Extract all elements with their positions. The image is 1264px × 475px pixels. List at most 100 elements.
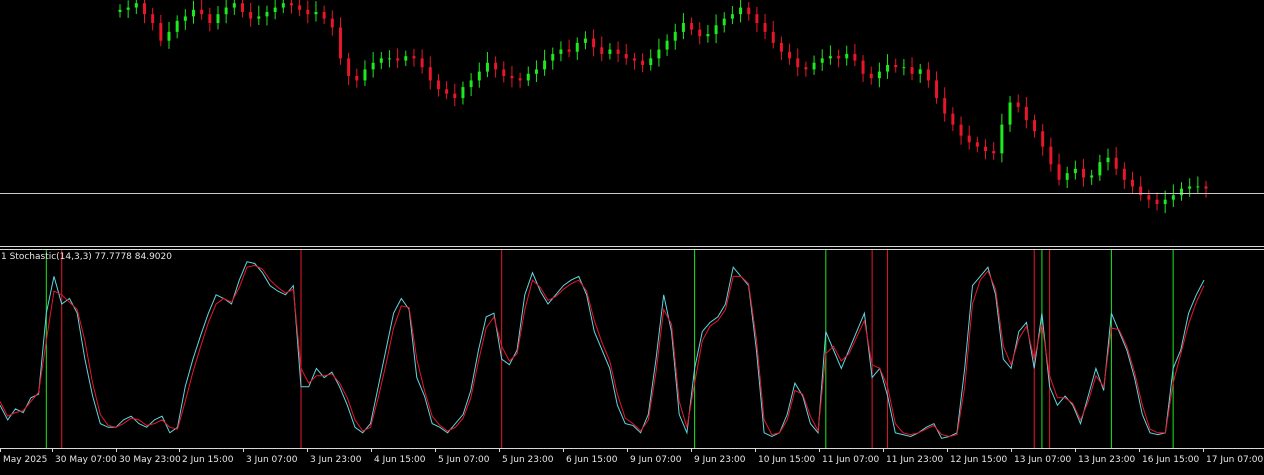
candle: [869, 66, 873, 85]
candle: [616, 41, 620, 63]
candle: [698, 22, 702, 45]
candle: [967, 125, 971, 150]
candle: [477, 62, 481, 88]
candle: [1171, 184, 1175, 207]
time-label: 13 Jun 23:00: [1078, 455, 1135, 465]
candle: [273, 0, 277, 20]
time-label: 11 Jun 07:00: [822, 455, 879, 465]
chart-window[interactable]: 1 Stochastic(14,3,3) 77.7778 84.9020 May…: [0, 0, 1264, 475]
candle: [371, 51, 375, 78]
candle: [265, 5, 269, 26]
candle: [314, 1, 318, 22]
candle: [453, 83, 457, 107]
candle: [322, 5, 326, 25]
candle: [510, 66, 514, 88]
candle: [951, 107, 955, 132]
candle: [583, 31, 587, 50]
candle: [379, 51, 383, 70]
candle: [461, 81, 465, 105]
time-label: 10 Jun 15:00: [758, 455, 815, 465]
candle: [289, 0, 293, 14]
time-label: 16 Jun 15:00: [1142, 455, 1199, 465]
candle: [910, 57, 914, 81]
candle: [624, 44, 628, 65]
candle: [779, 36, 783, 60]
candle: [1033, 114, 1037, 138]
candle: [404, 50, 408, 67]
time-label: 5 Jun 07:00: [438, 455, 490, 465]
candle: [1188, 178, 1192, 197]
stochastic-main-line: [0, 261, 1205, 439]
price-panel[interactable]: [0, 0, 1264, 246]
candle: [567, 39, 571, 58]
candle: [722, 12, 726, 33]
candle: [788, 43, 792, 65]
candle: [828, 45, 832, 65]
candle: [812, 55, 816, 75]
candle: [1131, 171, 1135, 194]
candle: [739, 0, 743, 23]
candle: [1041, 123, 1045, 156]
candle: [902, 59, 906, 76]
candle: [191, 0, 195, 24]
stochastic-panel[interactable]: [0, 250, 1264, 448]
candle: [428, 56, 432, 90]
candle: [943, 87, 947, 122]
candle: [673, 23, 677, 50]
candle: [224, 0, 228, 24]
candle: [681, 13, 685, 40]
time-label: 5 Jun 23:00: [502, 455, 554, 465]
candle: [142, 0, 146, 24]
candle: [183, 9, 187, 30]
candle: [1000, 113, 1004, 163]
candle: [714, 14, 718, 44]
time-label: 9 Jun 07:00: [630, 455, 682, 465]
candle: [1065, 166, 1069, 188]
candle: [1049, 137, 1053, 172]
candle: [306, 0, 310, 24]
candle: [1098, 154, 1102, 181]
candle: [820, 49, 824, 71]
candle: [796, 48, 800, 77]
candle: [918, 63, 922, 83]
time-label: 30 May 07:00: [55, 455, 117, 465]
candle: [804, 61, 808, 77]
candle: [763, 13, 767, 40]
candle: [1090, 169, 1094, 185]
candle: [1139, 176, 1143, 201]
candle: [126, 0, 130, 18]
time-label: 6 Jun 15:00: [566, 455, 618, 465]
candle: [641, 53, 645, 73]
candle: [412, 48, 416, 67]
candle: [665, 34, 669, 56]
candle: [845, 45, 849, 66]
candle: [690, 17, 694, 36]
candle: [837, 49, 841, 68]
candle: [559, 41, 563, 62]
time-label: 13 Jun 07:00: [1014, 455, 1071, 465]
candle: [1106, 148, 1110, 171]
candle: [249, 2, 253, 27]
candle: [649, 49, 653, 71]
candle: [298, 0, 302, 17]
candle: [1204, 180, 1208, 198]
candle: [534, 60, 538, 82]
candle: [281, 0, 285, 14]
candle: [347, 52, 351, 86]
candle: [216, 6, 220, 30]
candle: [494, 56, 498, 78]
candle: [886, 54, 890, 79]
candle: [632, 52, 636, 70]
candle: [526, 66, 530, 86]
candle: [1196, 176, 1200, 193]
candle: [853, 44, 857, 67]
candle: [1073, 160, 1077, 180]
candle: [338, 17, 342, 65]
candle: [1114, 146, 1118, 176]
candle: [502, 61, 506, 83]
candle: [151, 7, 155, 31]
candle: [518, 72, 522, 88]
candle: [420, 49, 424, 74]
time-axis: May 2025 30 May 07:00 30 May 23:00 2 Jun 15…: [0, 448, 1264, 465]
candle: [1057, 153, 1061, 186]
